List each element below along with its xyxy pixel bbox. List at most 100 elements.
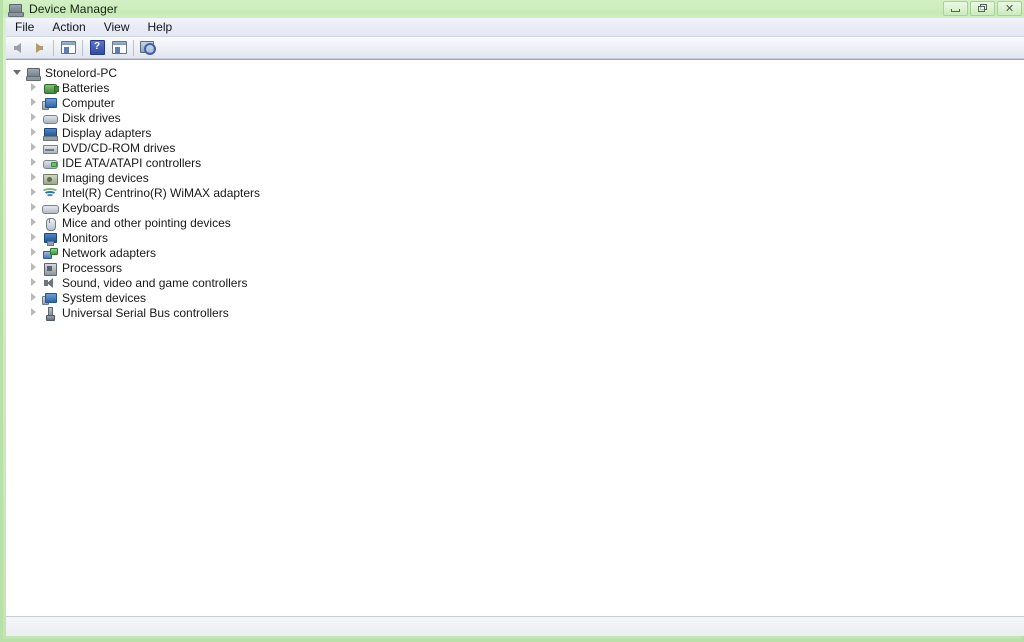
tree-item-label: Monitors [62,230,109,245]
computer-node-icon [42,96,58,110]
window-controls: ✕ [943,1,1022,16]
chevron-right-icon[interactable] [30,113,39,122]
scan-hardware-changes-button[interactable] [137,38,159,58]
title-bar[interactable]: Device Manager ✕ [3,0,1024,18]
tree-item-label: Processors [62,260,123,275]
chevron-right-icon[interactable] [30,128,39,137]
dvd-drive-icon [42,141,58,155]
chevron-right-icon[interactable] [30,293,39,302]
tree-item-ide-ata-atapi-controllers[interactable]: IDE ATA/ATAPI controllers [6,155,1024,170]
status-bar [6,616,1024,636]
chevron-right-icon[interactable] [30,308,39,317]
chevron-down-icon[interactable] [13,68,22,77]
tree-item-wimax-adapters[interactable]: Intel(R) Centrino(R) WiMAX adapters [6,185,1024,200]
device-manager-icon [8,1,24,17]
console-tree-icon [60,41,76,54]
chevron-right-icon[interactable] [30,83,39,92]
wimax-adapter-icon [41,186,59,200]
chevron-right-icon[interactable] [30,248,39,257]
chevron-right-icon[interactable] [30,158,39,167]
window-title: Device Manager [29,2,118,16]
menu-view[interactable]: View [95,19,139,36]
restore-icon [977,4,988,13]
tree-root-node[interactable]: Stonelord-PC [6,65,1024,81]
battery-icon [42,81,59,95]
tree-item-label: Keyboards [62,200,120,215]
help-button[interactable]: ? [86,38,108,58]
tree-item-monitors[interactable]: Monitors [6,230,1024,246]
monitor-icon [42,231,58,246]
menu-action[interactable]: Action [43,19,94,36]
chevron-right-icon[interactable] [30,233,39,242]
toolbar-separator-3 [133,39,134,56]
disk-drive-icon [42,111,58,125]
tree-item-mice-and-pointing-devices[interactable]: Mice and other pointing devices [6,215,1024,231]
chevron-right-icon[interactable] [30,203,39,212]
tree-item-label: Batteries [62,80,110,95]
chevron-right-icon[interactable] [30,98,39,107]
restore-button[interactable] [970,1,995,16]
chevron-right-icon[interactable] [30,173,39,182]
tree-item-network-adapters[interactable]: Network adapters [6,245,1024,260]
processor-icon [42,261,58,276]
menu-help[interactable]: Help [139,19,182,36]
forward-button[interactable] [28,38,50,58]
chevron-right-icon[interactable] [30,278,39,287]
help-question-icon: ? [89,40,105,55]
tree-item-label: Display adapters [62,125,152,140]
tree-item-label: IDE ATA/ATAPI controllers [62,155,202,170]
tree-item-label: Network adapters [62,245,157,260]
properties-button[interactable] [108,38,130,58]
toolbar-separator-2 [82,39,83,56]
device-tree: Stonelord-PC Batteries Computer Disk dri… [6,60,1024,321]
tree-item-label: System devices [62,290,147,305]
tree-item-system-devices[interactable]: System devices [6,290,1024,305]
ide-controller-icon [42,156,58,170]
toolbar: ? [6,37,1024,59]
tree-item-batteries[interactable]: Batteries [6,80,1024,95]
menu-bar: File Action View Help [6,18,1024,37]
imaging-device-icon [42,171,58,185]
tree-item-usb-controllers[interactable]: Universal Serial Bus controllers [6,305,1024,321]
menu-file[interactable]: File [6,19,43,36]
tree-item-label: DVD/CD-ROM drives [62,140,176,155]
minimize-icon [951,9,960,12]
back-button[interactable] [6,38,28,58]
tree-item-display-adapters[interactable]: Display adapters [6,125,1024,141]
display-adapter-icon [42,126,58,141]
device-tree-panel[interactable]: Stonelord-PC Batteries Computer Disk dri… [6,59,1024,617]
tree-item-label: Universal Serial Bus controllers [62,305,229,320]
chevron-right-icon[interactable] [30,188,39,197]
tree-item-keyboards[interactable]: Keyboards [6,200,1024,215]
chevron-right-icon[interactable] [30,143,39,152]
tree-item-processors[interactable]: Processors [6,260,1024,276]
tree-item-label: Sound, video and game controllers [62,275,248,290]
tree-item-label: Computer [62,95,115,110]
tree-item-computer[interactable]: Computer [6,95,1024,110]
device-manager-window: Device Manager ✕ File Action View Help ?… [0,0,1024,642]
close-icon: ✕ [1004,2,1015,15]
tree-item-disk-drives[interactable]: Disk drives [6,110,1024,125]
system-device-icon [42,291,58,305]
tree-item-imaging-devices[interactable]: Imaging devices [6,170,1024,185]
tree-item-dvd-cd-rom-drives[interactable]: DVD/CD-ROM drives [6,140,1024,155]
sound-controller-icon [42,276,58,290]
tree-root-label: Stonelord-PC [45,65,118,80]
tree-item-label: Mice and other pointing devices [62,215,231,230]
arrow-left-icon [13,42,21,53]
usb-controller-icon [42,306,58,321]
mouse-icon [42,216,58,231]
chevron-right-icon[interactable] [30,218,39,227]
minimize-button[interactable] [943,1,968,16]
show-hide-console-tree-button[interactable] [57,38,79,58]
close-button[interactable]: ✕ [997,1,1022,16]
chevron-right-icon[interactable] [30,263,39,272]
tree-item-label: Intel(R) Centrino(R) WiMAX adapters [62,185,261,200]
tree-item-sound-video-game-controllers[interactable]: Sound, video and game controllers [6,275,1024,290]
computer-icon [25,66,41,81]
arrow-right-icon [35,42,43,53]
keyboard-icon [42,201,59,215]
network-adapter-icon [42,246,58,260]
properties-panel-icon [111,41,127,54]
toolbar-separator-1 [53,39,54,56]
